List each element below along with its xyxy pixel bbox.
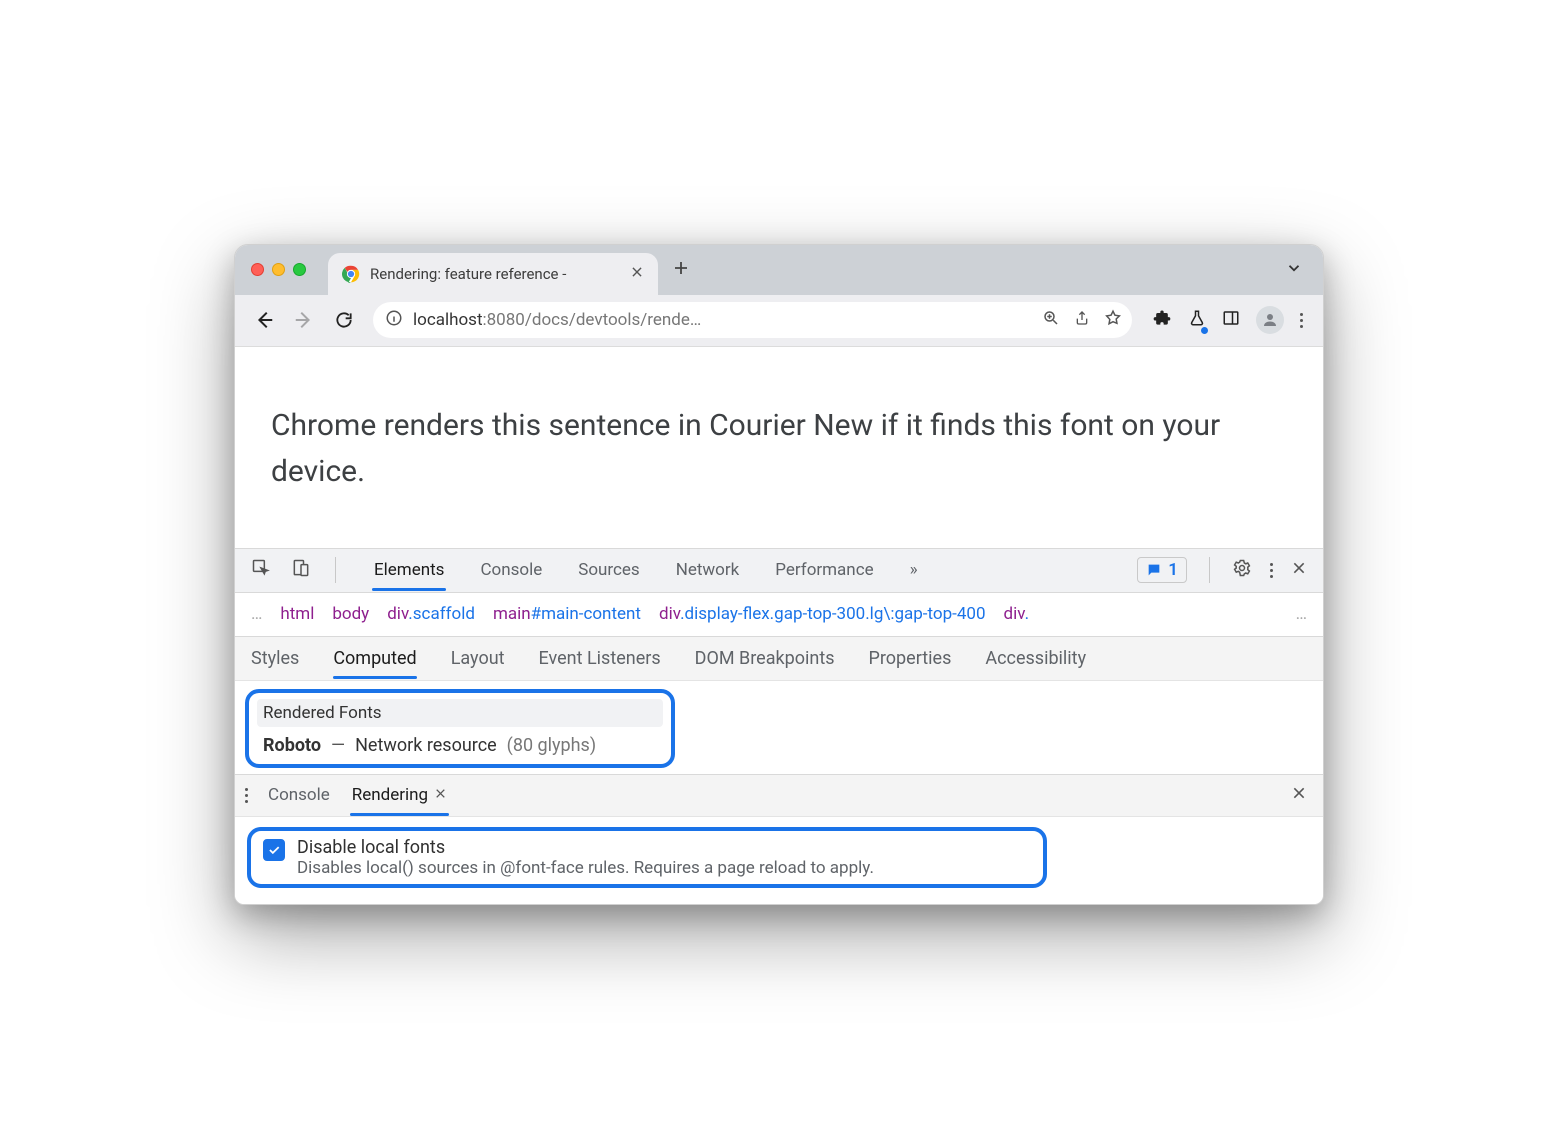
rendered-fonts-highlight: Rendered Fonts Roboto — Network resource… — [245, 689, 675, 768]
site-info-icon[interactable] — [385, 309, 403, 332]
new-tab-button[interactable] — [672, 259, 690, 281]
side-panel-icon[interactable] — [1222, 309, 1240, 331]
subtab-event-listeners[interactable]: Event Listeners — [539, 639, 661, 678]
drawer-menu-button[interactable] — [245, 788, 248, 803]
inspect-element-icon[interactable] — [251, 558, 271, 583]
crumb-div-scaffold[interactable]: div.scaffold — [387, 604, 475, 624]
subtab-dom-breakpoints[interactable]: DOM Breakpoints — [695, 639, 835, 678]
font-source: Network resource — [355, 735, 497, 756]
disable-local-fonts-option: Disable local fonts Disables local() sou… — [247, 827, 1047, 888]
option-title: Disable local fonts — [297, 837, 874, 858]
close-window-button[interactable] — [251, 263, 264, 276]
subtab-properties[interactable]: Properties — [869, 639, 952, 678]
labs-flask-icon[interactable] — [1188, 308, 1206, 332]
sample-sentence: Chrome renders this sentence in Courier … — [271, 403, 1287, 496]
drawer-close-button[interactable] — [1291, 785, 1307, 806]
devtools-close-button[interactable] — [1291, 560, 1307, 581]
drawer-tab-console[interactable]: Console — [266, 775, 332, 815]
font-family: Roboto — [263, 735, 321, 756]
devtools-tabs-overflow[interactable]: » — [908, 550, 920, 590]
devtools-tab-sources[interactable]: Sources — [576, 550, 641, 590]
crumb-div[interactable]: div. — [1004, 604, 1030, 624]
option-description: Disables local() sources in @font-face r… — [297, 858, 874, 878]
dom-breadcrumbs[interactable]: … html body div.scaffold main#main-conte… — [235, 592, 1323, 636]
forward-button[interactable] — [287, 303, 321, 337]
share-icon[interactable] — [1074, 309, 1090, 332]
close-drawer-tab-icon[interactable] — [434, 785, 447, 805]
crumb-div-flex[interactable]: div.display-flex.gap-top-300.lg\:gap-top… — [659, 604, 986, 624]
subtab-accessibility[interactable]: Accessibility — [985, 639, 1086, 678]
crumb-body[interactable]: body — [332, 604, 369, 624]
browser-window: Rendering: feature reference - — [234, 244, 1324, 905]
elements-subtabs: Styles Computed Layout Event Listeners D… — [235, 636, 1323, 680]
font-glyphs: (80 glyphs) — [507, 735, 596, 756]
subtab-computed[interactable]: Computed — [333, 639, 416, 678]
crumb-main[interactable]: main#main-content — [493, 604, 641, 624]
chrome-menu-button[interactable] — [1300, 313, 1303, 328]
page-content: Chrome renders this sentence in Courier … — [235, 347, 1323, 548]
minimize-window-button[interactable] — [272, 263, 285, 276]
address-bar[interactable]: localhost:8080/docs/devtools/rende… — [373, 302, 1132, 338]
subtab-styles[interactable]: Styles — [251, 639, 299, 678]
drawer-tabs: Console Rendering — [235, 774, 1323, 816]
crumb-html[interactable]: html — [280, 604, 314, 624]
tab-strip: Rendering: feature reference - — [235, 245, 1323, 295]
back-button[interactable] — [247, 303, 281, 337]
toolbar: localhost:8080/docs/devtools/rende… — [235, 295, 1323, 347]
device-toolbar-icon[interactable] — [291, 558, 311, 583]
drawer-tab-rendering[interactable]: Rendering — [350, 775, 449, 815]
rendering-drawer: Disable local fonts Disables local() sou… — [235, 816, 1323, 904]
close-tab-button[interactable] — [630, 265, 644, 283]
rendered-fonts-header: Rendered Fonts — [257, 699, 663, 727]
favicon-chrome-icon — [342, 265, 360, 283]
devtools-tab-elements[interactable]: Elements — [372, 550, 446, 590]
rendered-font-row: Roboto — Network resource (80 glyphs) — [257, 727, 663, 756]
maximize-window-button[interactable] — [293, 263, 306, 276]
extensions-puzzle-icon[interactable] — [1152, 308, 1172, 332]
zoom-icon[interactable] — [1042, 309, 1060, 332]
profile-avatar[interactable] — [1256, 306, 1284, 334]
bookmark-star-icon[interactable] — [1104, 309, 1122, 332]
devtools-tab-performance[interactable]: Performance — [773, 550, 875, 590]
rendered-fonts-section: Rendered Fonts Roboto — Network resource… — [235, 680, 1323, 774]
subtab-layout[interactable]: Layout — [451, 639, 505, 678]
window-controls — [251, 263, 306, 276]
url-text: localhost:8080/docs/devtools/rende… — [413, 310, 1032, 330]
reload-button[interactable] — [327, 303, 361, 337]
tabs-dropdown-button[interactable] — [1285, 259, 1303, 281]
tab-title: Rendering: feature reference - — [370, 265, 620, 283]
devtools-menu-button[interactable] — [1270, 563, 1273, 578]
browser-tab[interactable]: Rendering: feature reference - — [328, 253, 658, 295]
devtools-tab-console[interactable]: Console — [478, 550, 544, 590]
devtools-settings-icon[interactable] — [1232, 558, 1252, 583]
disable-local-fonts-checkbox[interactable] — [263, 839, 285, 861]
issues-badge[interactable]: 1 — [1137, 557, 1187, 583]
extension-icons — [1152, 306, 1303, 334]
devtools-tab-network[interactable]: Network — [674, 550, 742, 590]
devtools-main-tabs: Elements Console Sources Network Perform… — [235, 548, 1323, 592]
devtools-panel: Elements Console Sources Network Perform… — [235, 548, 1323, 904]
